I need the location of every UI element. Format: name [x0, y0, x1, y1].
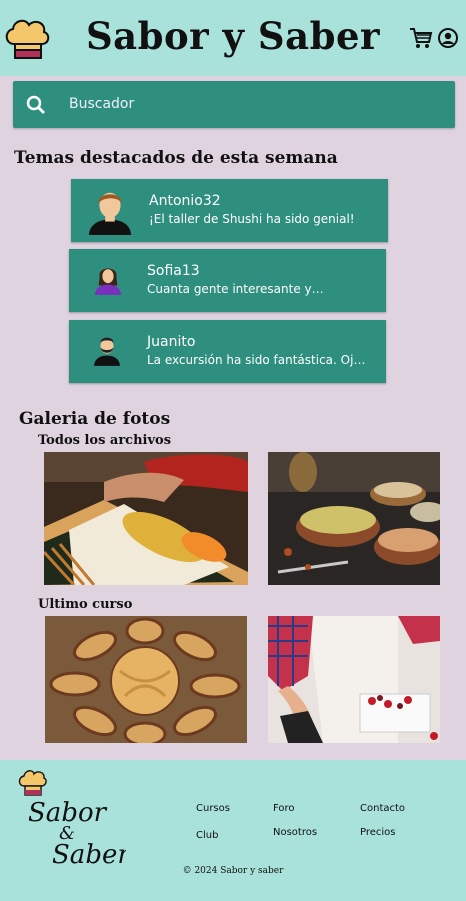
topic-user: Juanito — [147, 334, 196, 350]
cart-icon[interactable] — [409, 26, 433, 50]
footer-link-nosotros[interactable]: Nosotros — [273, 827, 317, 838]
search-bar[interactable]: Buscador — [13, 81, 455, 128]
footer-link-contacto[interactable]: Contacto — [360, 803, 405, 814]
header-bar: Sabor y Saber — [0, 0, 466, 76]
avatar-bearded-icon — [93, 337, 121, 366]
footer-link-cursos[interactable]: Cursos — [196, 803, 230, 814]
footer-logo-word2: Saber — [52, 840, 126, 868]
topic-card[interactable]: Sofia13 Cuanta gente interesante y el... — [69, 249, 386, 312]
avatar-male-icon — [88, 192, 132, 235]
last-course-heading[interactable]: Ultimo curso — [38, 597, 132, 612]
footer-link-precios[interactable]: Precios — [360, 827, 396, 838]
pastry-photo[interactable] — [45, 616, 247, 743]
topic-message: La excursión ha sido fantástica. Ojal... — [147, 353, 367, 367]
search-placeholder: Buscador — [69, 96, 135, 112]
footer: Sabor & Saber Cursos Foro Contacto Club … — [0, 760, 466, 901]
search-icon — [26, 95, 45, 114]
copyright-text: © 2024 Sabor y saber — [182, 866, 284, 876]
baking-photo[interactable] — [268, 616, 440, 743]
avatar-female-icon — [94, 268, 122, 295]
footer-logo[interactable]: Sabor & Saber — [16, 768, 126, 868]
topic-card[interactable]: Juanito La excursión ha sido fantástica.… — [69, 320, 386, 383]
topic-message: ¡El taller de Shushi ha sido genial! — [149, 212, 355, 226]
account-icon[interactable] — [438, 28, 458, 48]
topic-message: Cuanta gente interesante y el... — [147, 282, 327, 296]
featured-topics-heading: Temas destacados de esta semana — [14, 148, 338, 168]
topic-user: Antonio32 — [149, 193, 221, 209]
footer-link-club[interactable]: Club — [196, 830, 218, 841]
app-title: Sabor y Saber — [85, 14, 381, 58]
dishes-photo[interactable] — [268, 452, 440, 585]
all-files-heading[interactable]: Todos los archivos — [38, 433, 171, 448]
topic-card[interactable]: Antonio32 ¡El taller de Shushi ha sido g… — [71, 179, 388, 242]
topic-user: Sofia13 — [147, 263, 200, 279]
footer-link-foro[interactable]: Foro — [273, 803, 295, 814]
gallery-heading: Galeria de fotos — [19, 409, 171, 429]
sushi-photo[interactable] — [44, 452, 248, 585]
